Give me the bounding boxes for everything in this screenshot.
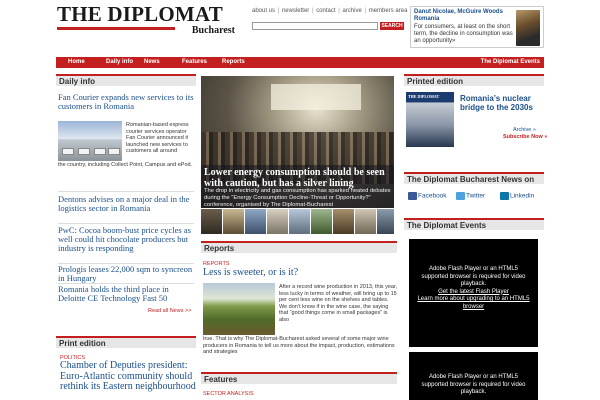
- linkedin-label: Linkedin: [510, 192, 535, 200]
- van-shape: [94, 148, 106, 155]
- thumbnail[interactable]: [311, 209, 332, 234]
- video-message: supported browser is required for video: [421, 381, 526, 388]
- video-message: Adobe Flash Player or an HTML5: [428, 374, 519, 380]
- get-flash-link[interactable]: Get the latest Flash Player: [409, 289, 538, 297]
- contact-link[interactable]: contact: [316, 8, 335, 14]
- printed-edition-header: Printed edition: [404, 74, 544, 86]
- main-nav: Home Daily info News Features Reports Th…: [56, 57, 544, 68]
- daily-lead-title[interactable]: Fan Courier expands new services to its …: [58, 93, 194, 111]
- quote-box[interactable]: Danut Nicolae, McGuire Woods Romania For…: [410, 6, 544, 48]
- feature-title[interactable]: Lower energy consumption should be seen …: [204, 167, 392, 189]
- members-area-link[interactable]: members area: [369, 8, 408, 14]
- daily-lead-desc: Romanian-based express courier services …: [126, 122, 189, 155]
- thumbnail[interactable]: [201, 209, 222, 234]
- facebook-link[interactable]: Facebook: [408, 192, 447, 200]
- quote-author: Danut Nicolae, McGuire Woods Romania: [414, 9, 503, 22]
- event-video-player-2[interactable]: Adobe Flash Player or an HTML5 supported…: [409, 352, 538, 400]
- newsletter-link[interactable]: newsletter: [282, 8, 309, 14]
- twitter-label: Twitter: [466, 192, 486, 200]
- reports-title[interactable]: Less is sweeter, or is it?: [203, 267, 298, 278]
- daily-lead-desc-cont: the country, including Collect Point, Ca…: [58, 162, 193, 168]
- nav-news[interactable]: News: [144, 57, 160, 68]
- nav-daily-info[interactable]: Daily info: [106, 57, 133, 68]
- events-header: The Diplomat Events: [404, 218, 544, 230]
- nav-home[interactable]: Home: [68, 57, 85, 68]
- facebook-label: Facebook: [418, 192, 447, 200]
- quote-author-photo: [516, 10, 540, 46]
- archive-link[interactable]: Archive »: [513, 127, 536, 133]
- event-video-player-1[interactable]: Adobe Flash Player or an HTML5 supported…: [409, 239, 538, 347]
- logo-subtitle: Bucharest: [191, 25, 235, 36]
- nav-reports[interactable]: Reports: [222, 57, 245, 68]
- quote-text: For consumers, at least on the short ter…: [414, 24, 513, 44]
- cover-masthead: THE DIPLOMAT: [408, 94, 440, 99]
- feature-thumbnails: [201, 209, 394, 234]
- thumbnail[interactable]: [377, 209, 394, 234]
- thumbnail[interactable]: [289, 209, 310, 234]
- top-links: about us | newsletter | contact | archiv…: [252, 8, 408, 14]
- divider: [58, 223, 194, 224]
- daily-lead-image[interactable]: [58, 121, 122, 161]
- reports-text: After a record wine production in 2013, …: [279, 284, 398, 323]
- video-message: playback.: [460, 389, 487, 395]
- magazine-cover[interactable]: THE DIPLOMAT: [406, 92, 454, 147]
- twitter-link[interactable]: Twitter: [456, 192, 485, 200]
- divider: [58, 191, 194, 192]
- daily-item-2[interactable]: PwC: Cocoa boom-bust price cycles as wel…: [58, 226, 194, 253]
- print-edition-headline[interactable]: Chamber of Deputies president: Euro-Atla…: [60, 360, 196, 393]
- thumbnail[interactable]: [267, 209, 288, 234]
- print-edition-header: Print edition: [56, 336, 196, 348]
- site-logo[interactable]: THE DIPLOMAT Bucharest: [57, 2, 237, 41]
- printed-edition-title[interactable]: Romania’s nuclear bridge to the 2030s: [460, 94, 545, 112]
- feature-text: The drop in electricity and gas consumpt…: [204, 188, 391, 208]
- conference-stage: [271, 84, 361, 110]
- search-input[interactable]: [252, 22, 378, 30]
- facebook-icon: [408, 192, 417, 200]
- van-shape: [62, 148, 74, 155]
- html5-upgrade-link[interactable]: Learn more about upgrading to an HTML5: [409, 296, 538, 304]
- daily-item-3[interactable]: Prologis leases 22,000 sqm to syncreon i…: [58, 265, 194, 283]
- thumbnail[interactable]: [223, 209, 244, 234]
- sector-analysis-tag[interactable]: SECTOR ANALYSIS: [203, 391, 254, 397]
- nav-events[interactable]: The Diplomat Events: [481, 57, 540, 68]
- html5-upgrade-link-cont[interactable]: browser: [409, 304, 538, 312]
- thumbnail[interactable]: [245, 209, 266, 234]
- subscribe-link[interactable]: Subscribe Now »: [503, 134, 547, 140]
- thumbnail[interactable]: [355, 209, 376, 234]
- twitter-icon: [456, 192, 465, 200]
- daily-info-header: Daily info: [56, 74, 196, 86]
- reports-text-cont: true. That is why The Diplomat-Bucharest…: [203, 336, 395, 355]
- daily-item-4[interactable]: Romania holds the third place in Deloitt…: [58, 285, 194, 303]
- video-message: supported browser is required for video: [421, 273, 526, 280]
- reports-header: Reports: [201, 241, 397, 253]
- archive-top-link[interactable]: archive: [342, 8, 361, 14]
- news-on-header: The Diplomat Bucharest News on: [404, 172, 544, 184]
- daily-item-1[interactable]: Dentons advises on a major deal in the l…: [58, 195, 194, 213]
- van-shape: [108, 148, 120, 155]
- video-message: playback.: [460, 281, 487, 287]
- features-header: Features: [201, 372, 397, 384]
- logo-wordmark: THE DIPLOMAT: [57, 2, 223, 26]
- nav-features[interactable]: Features: [182, 57, 207, 68]
- linkedin-link[interactable]: Linkedin: [500, 192, 534, 200]
- search-button[interactable]: SEARCH: [380, 22, 404, 30]
- linkedin-icon: [500, 192, 509, 200]
- video-message: Adobe Flash Player or an HTML5: [428, 266, 519, 272]
- thumbnail[interactable]: [333, 209, 354, 234]
- van-shape: [78, 148, 90, 155]
- read-all-news-link[interactable]: Read all News >>: [148, 308, 191, 314]
- vineyard-image[interactable]: [203, 283, 275, 335]
- about-us-link[interactable]: about us: [252, 8, 275, 14]
- logo-underline: [57, 27, 175, 30]
